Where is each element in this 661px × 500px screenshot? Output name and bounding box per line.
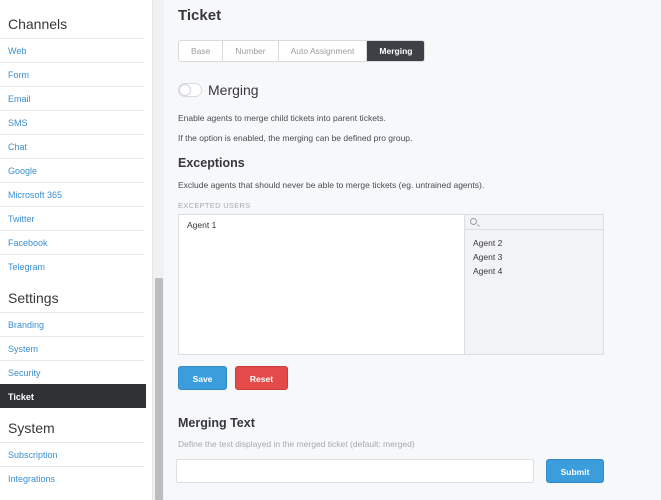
- tab-merging[interactable]: Merging: [367, 41, 425, 61]
- sidebar-group-channels: Channels Web Form Email SMS Chat Google …: [0, 10, 152, 278]
- available-user[interactable]: Agent 4: [465, 264, 603, 278]
- merging-description: Enable agents to merge child tickets int…: [178, 113, 386, 123]
- merging-condition-description: If the option is enabled, the merging ca…: [178, 133, 413, 143]
- sidebar-item-twitter[interactable]: Twitter: [0, 206, 144, 230]
- tab-number[interactable]: Number: [223, 41, 279, 61]
- exceptions-description: Exclude agents that should never be able…: [178, 180, 485, 190]
- excepted-users-label: EXCEPTED USERS: [178, 201, 251, 210]
- sidebar-item-integrations[interactable]: Integrations: [0, 466, 144, 490]
- sidebar-item-facebook[interactable]: Facebook: [0, 230, 144, 254]
- merging-toggle[interactable]: [178, 83, 202, 97]
- sidebar-item-ticket[interactable]: Ticket: [0, 384, 146, 408]
- sidebar-section-title: System: [8, 420, 55, 436]
- settings-tabs: Base Number Auto Assignment Merging: [178, 40, 426, 62]
- user-search-input[interactable]: [465, 215, 603, 230]
- sidebar-item-subscription[interactable]: Subscription: [0, 442, 144, 466]
- sidebar-item-sms[interactable]: SMS: [0, 110, 144, 134]
- sidebar-item-security[interactable]: Security: [0, 360, 144, 384]
- merging-text-input[interactable]: [176, 459, 534, 483]
- sidebar-item-google[interactable]: Google: [0, 158, 144, 182]
- sidebar-item-form[interactable]: Form: [0, 62, 144, 86]
- reset-button[interactable]: Reset: [235, 366, 288, 390]
- sidebar-group-system: System Subscription Integrations: [0, 414, 152, 490]
- available-users-panel: Agent 2 Agent 3 Agent 4: [464, 215, 603, 354]
- exceptions-title: Exceptions: [178, 156, 245, 170]
- sidebar-group-settings: Settings Branding System Security Ticket: [0, 284, 152, 408]
- sidebar-section-title: Settings: [8, 290, 59, 306]
- available-users-list: Agent 2 Agent 3 Agent 4: [465, 230, 603, 278]
- sidebar-item-branding[interactable]: Branding: [0, 312, 144, 336]
- toggle-knob: [180, 85, 190, 95]
- merging-toggle-row: Merging: [178, 82, 259, 98]
- scrollbar-thumb[interactable]: [155, 278, 163, 500]
- page-title: Ticket: [178, 7, 222, 24]
- tab-base[interactable]: Base: [179, 41, 224, 61]
- merging-label: Merging: [208, 82, 259, 98]
- search-icon: [470, 218, 477, 225]
- available-user[interactable]: Agent 3: [465, 250, 603, 264]
- sidebar-item-microsoft-365[interactable]: Microsoft 365: [0, 182, 144, 206]
- submit-button[interactable]: Submit: [546, 459, 604, 483]
- sidebar-item-telegram[interactable]: Telegram: [0, 254, 144, 278]
- merging-text-title: Merging Text: [178, 416, 255, 430]
- tab-auto-assignment[interactable]: Auto Assignment: [279, 41, 368, 61]
- settings-sidebar: Channels Web Form Email SMS Chat Google …: [0, 0, 152, 500]
- sidebar-item-email[interactable]: Email: [0, 86, 144, 110]
- sidebar-item-system[interactable]: System: [0, 336, 144, 360]
- sidebar-item-web[interactable]: Web: [0, 38, 144, 62]
- save-button[interactable]: Save: [178, 366, 227, 390]
- excepted-users-picker: Agent 1 Agent 2 Agent 3 Agent 4: [178, 214, 604, 355]
- merging-text-description: Define the text displayed in the merged …: [178, 439, 415, 449]
- available-user[interactable]: Agent 2: [465, 236, 603, 250]
- sidebar-scrollbar[interactable]: [152, 0, 164, 500]
- sidebar-item-chat[interactable]: Chat: [0, 134, 144, 158]
- sidebar-section-title: Channels: [8, 16, 68, 32]
- selected-users-list[interactable]: Agent 1: [179, 215, 464, 354]
- selected-user[interactable]: Agent 1: [179, 215, 464, 235]
